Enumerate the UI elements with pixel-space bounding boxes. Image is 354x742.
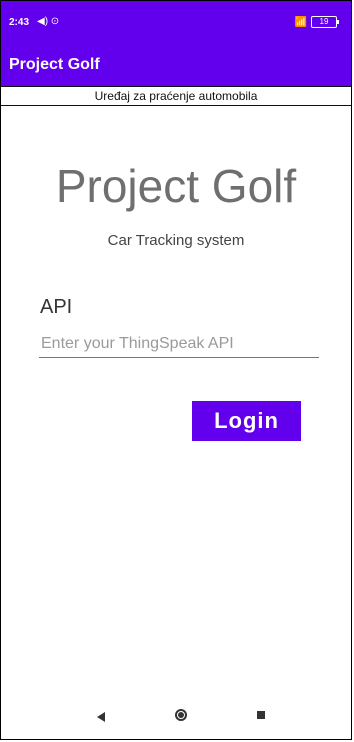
- api-label: API: [40, 296, 73, 318]
- device-description: Uređaj za praćenje automobila: [1, 86, 351, 106]
- status-right-icons: 📶 19: [294, 16, 339, 28]
- home-icon-dot: [178, 712, 184, 718]
- login-button[interactable]: Login: [192, 401, 301, 441]
- status-time: 2:43: [9, 17, 30, 28]
- navigation-bar: [1, 699, 351, 739]
- status-bar: 2:43 ◀) ⊙ 📶 19: [1, 1, 351, 41]
- api-input[interactable]: [39, 331, 319, 358]
- page-subtitle: Car Tracking system: [107, 232, 245, 249]
- back-icon[interactable]: [97, 712, 105, 722]
- app-bar: Project Golf: [1, 41, 351, 86]
- home-icon[interactable]: [175, 709, 187, 721]
- app-screen: 2:43 ◀) ⊙ 📶 19 Project Golf Uređaj za pr…: [0, 0, 352, 740]
- page-title: Project Golf: [55, 160, 297, 212]
- recent-apps-icon[interactable]: [257, 711, 265, 719]
- signal-icon: 📶: [294, 16, 307, 28]
- battery-icon: 19: [311, 16, 339, 28]
- app-bar-title: Project Golf: [9, 56, 100, 73]
- status-notification-icons: ◀) ⊙: [37, 16, 60, 27]
